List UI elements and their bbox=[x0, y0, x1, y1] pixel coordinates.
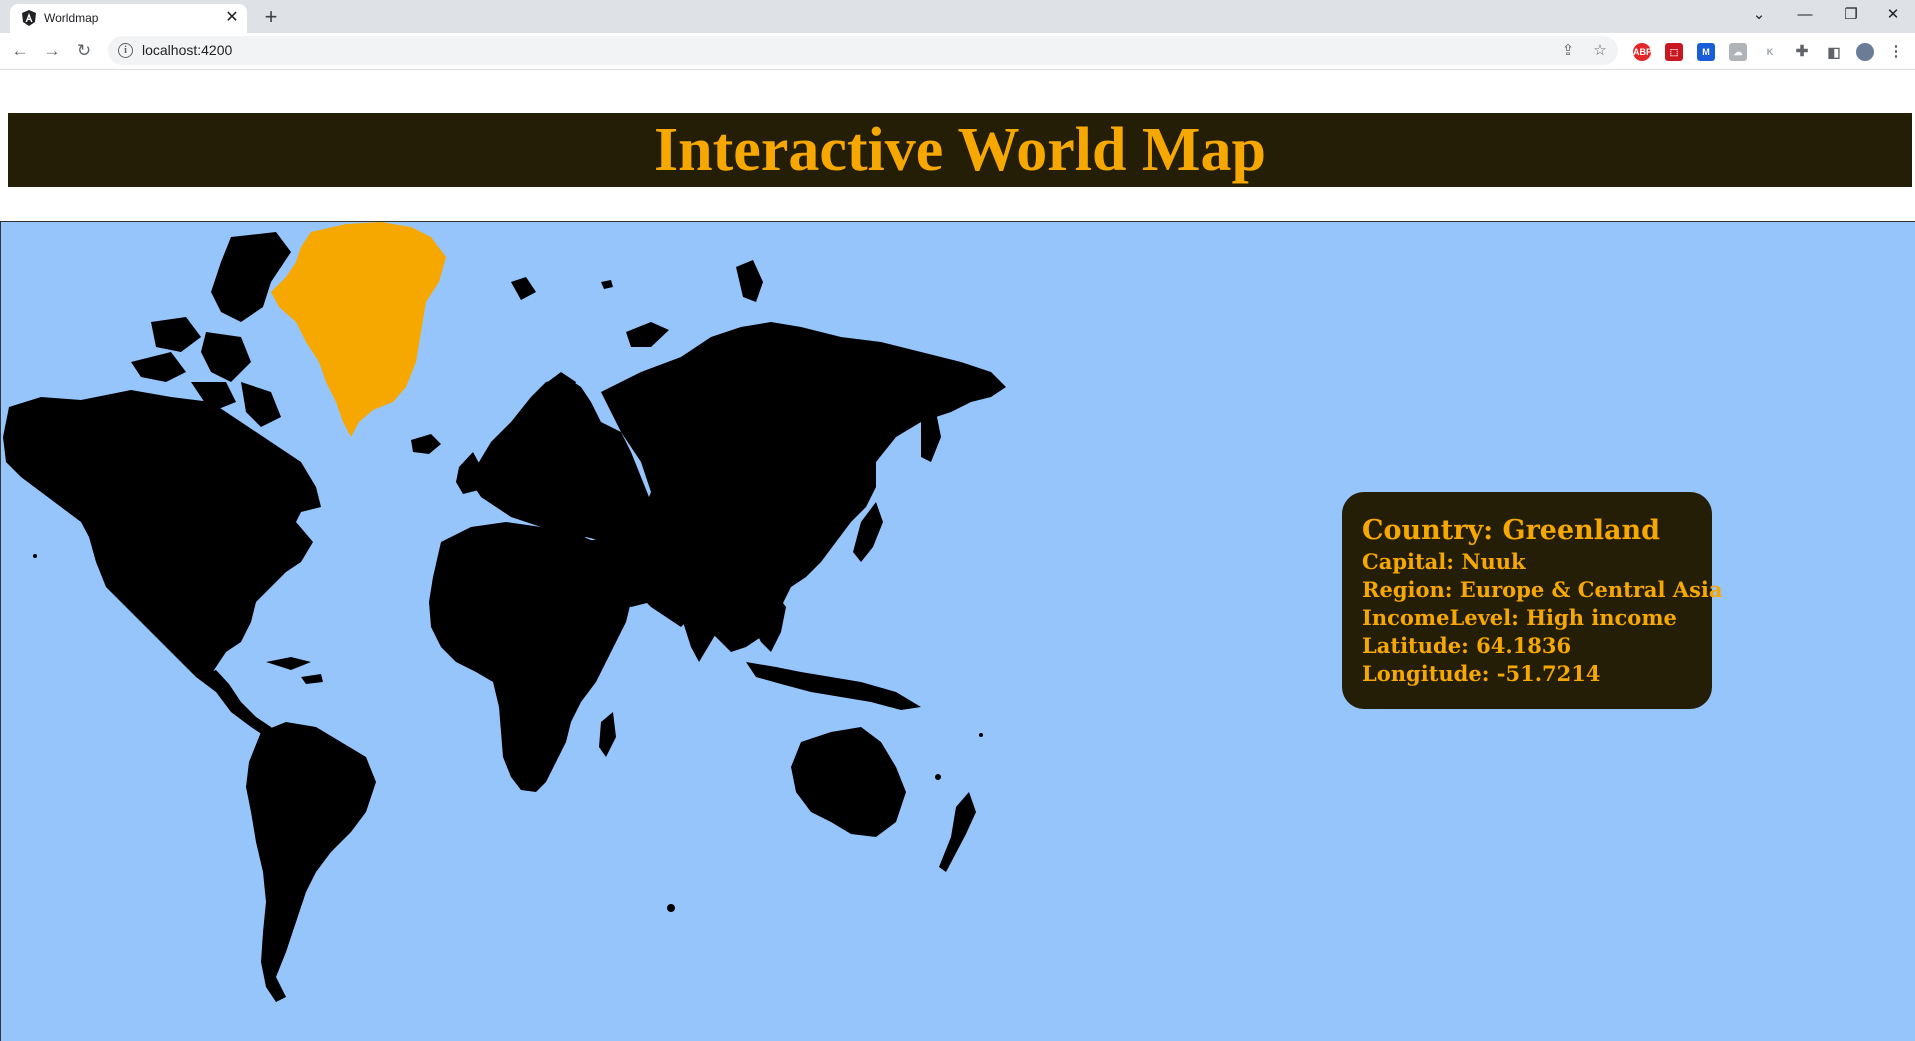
world-map: Country: Greenland Capital: Nuuk Region:… bbox=[0, 221, 1915, 1041]
browser-toolbar: ← → ↻ i localhost:4200 ⇪ ☆ ABP ⬚ M ☁ K ✚… bbox=[0, 33, 1915, 70]
page-title: Interactive World Map bbox=[654, 116, 1266, 184]
country-info-panel: Country: Greenland Capital: Nuuk Region:… bbox=[1342, 492, 1723, 709]
country-small-island[interactable] bbox=[935, 774, 941, 780]
puzzle-extensions-icon[interactable]: ✚ bbox=[1793, 43, 1811, 61]
country-indonesia[interactable] bbox=[746, 662, 921, 710]
close-tab-icon[interactable]: ✕ bbox=[222, 8, 242, 28]
bookmark-star-icon[interactable]: ☆ bbox=[1591, 42, 1609, 60]
minimize-button[interactable]: — bbox=[1783, 0, 1827, 33]
reload-icon[interactable]: ↻ bbox=[72, 40, 96, 62]
url-text: localhost:4200 bbox=[142, 42, 233, 58]
side-panel-icon[interactable]: ◧ bbox=[1825, 43, 1843, 61]
country-new-zealand[interactable] bbox=[939, 792, 976, 872]
country-iceland[interactable] bbox=[411, 434, 441, 454]
profile-avatar[interactable] bbox=[1856, 43, 1874, 61]
country-greenland[interactable] bbox=[271, 222, 446, 437]
country-africa[interactable] bbox=[429, 522, 631, 792]
info-income: IncomeLevel: High income bbox=[1362, 605, 1677, 630]
info-country: Country: Greenland bbox=[1362, 515, 1661, 546]
back-icon[interactable]: ← bbox=[8, 40, 32, 62]
new-tab-button[interactable]: + bbox=[257, 5, 285, 29]
adblock-extension-icon[interactable]: ABP bbox=[1633, 43, 1652, 61]
country-india[interactable] bbox=[676, 577, 731, 662]
site-info-icon[interactable]: i bbox=[118, 43, 133, 58]
restore-button[interactable]: ❐ bbox=[1829, 0, 1873, 33]
browser-tab-strip: Worldmap ✕ + ⌄ — ❐ ✕ bbox=[0, 0, 1915, 33]
country-asia[interactable] bbox=[601, 322, 1006, 652]
address-bar[interactable]: i localhost:4200 ⇪ ☆ bbox=[108, 36, 1618, 65]
country-small-island[interactable] bbox=[667, 904, 675, 912]
info-region: Region: Europe & Central Asia bbox=[1362, 577, 1723, 602]
malwarebytes-extension-icon[interactable]: M bbox=[1697, 43, 1715, 61]
info-capital: Capital: Nuuk bbox=[1362, 549, 1526, 574]
info-latitude: Latitude: 64.1836 bbox=[1362, 633, 1572, 658]
extension-icon[interactable]: ☁ bbox=[1729, 43, 1747, 61]
country-australia[interactable] bbox=[791, 727, 906, 837]
close-window-button[interactable]: ✕ bbox=[1871, 0, 1915, 33]
country-caribbean[interactable] bbox=[266, 657, 323, 684]
country-uk[interactable] bbox=[456, 452, 481, 494]
menu-kebab-icon[interactable]: ⋮ bbox=[1887, 43, 1905, 61]
browser-tab[interactable]: Worldmap ✕ bbox=[10, 4, 247, 33]
info-longitude: Longitude: -51.7214 bbox=[1362, 661, 1601, 686]
page-header: Interactive World Map bbox=[8, 113, 1912, 187]
country-north-america[interactable] bbox=[3, 390, 321, 682]
country-small-island[interactable] bbox=[979, 733, 983, 737]
share-icon[interactable]: ⇪ bbox=[1559, 42, 1577, 60]
forward-icon[interactable]: → bbox=[40, 40, 64, 62]
country-madagascar[interactable] bbox=[599, 712, 616, 757]
extension-k-icon[interactable]: K bbox=[1761, 43, 1779, 61]
country-small-island[interactable] bbox=[33, 554, 37, 558]
tab-title: Worldmap bbox=[44, 11, 99, 25]
angular-icon bbox=[22, 10, 36, 26]
country-south-america[interactable] bbox=[246, 722, 376, 1002]
pdf-extension-icon[interactable]: ⬚ bbox=[1665, 43, 1683, 61]
tab-search-icon[interactable]: ⌄ bbox=[1737, 0, 1781, 33]
